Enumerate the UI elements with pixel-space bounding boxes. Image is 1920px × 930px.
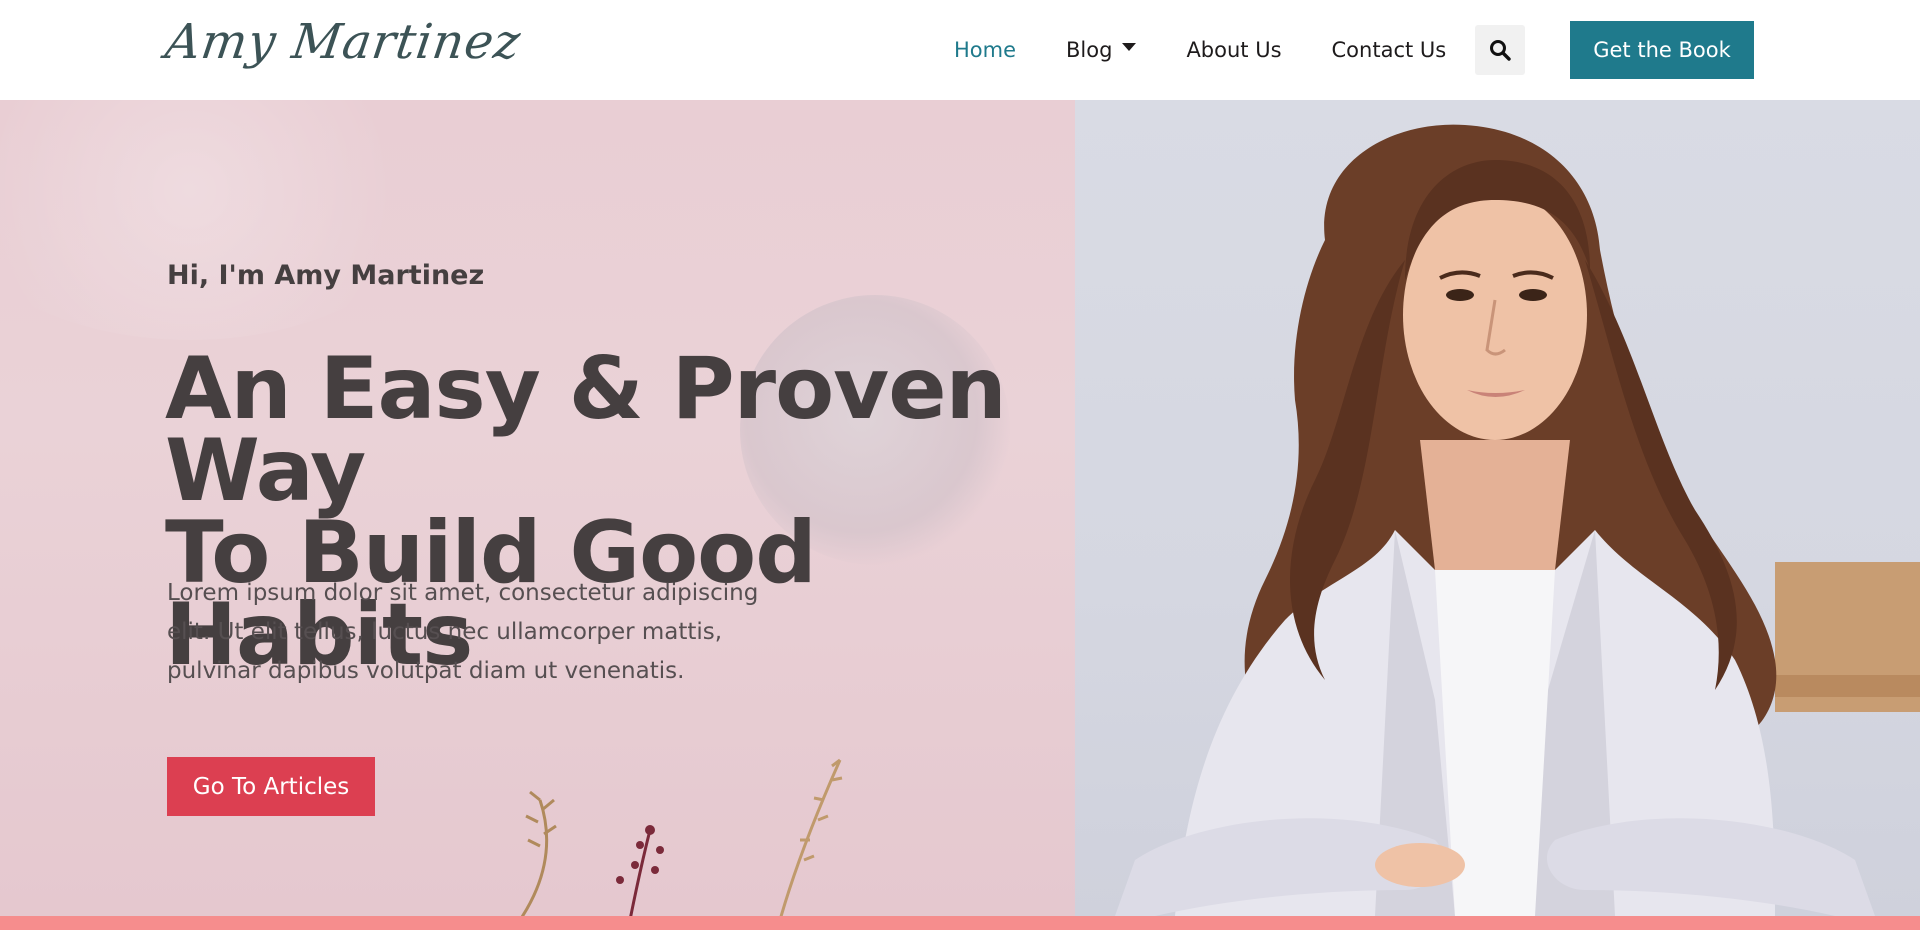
nav-item-home[interactable]: Home xyxy=(954,38,1016,62)
site-logo[interactable]: Amy Martinez xyxy=(162,14,524,70)
search-button[interactable] xyxy=(1475,25,1525,75)
nav-item-blog[interactable]: Blog xyxy=(1066,38,1137,62)
site-header: Amy Martinez Home Blog About Us Contact … xyxy=(0,0,1920,100)
nav-item-blog-label: Blog xyxy=(1066,38,1113,62)
search-icon xyxy=(1490,40,1511,61)
background-light xyxy=(0,100,440,340)
hero-description: Lorem ipsum dolor sit amet, consectetur … xyxy=(167,580,759,684)
bottom-accent-bar xyxy=(0,916,1920,930)
main-nav: Home Blog About Us Contact Us xyxy=(954,0,1496,100)
portrait-photo xyxy=(1115,124,1875,916)
nav-item-home-label: Home xyxy=(954,38,1017,62)
nav-item-about-us[interactable]: About Us xyxy=(1186,38,1281,62)
hero-headline-line-1: An Easy & Proven Way xyxy=(165,339,1007,521)
get-the-book-button[interactable]: Get the Book xyxy=(1570,21,1754,79)
go-to-articles-button[interactable]: Go To Articles xyxy=(167,757,375,816)
nav-item-contact-us-label: Contact Us xyxy=(1331,38,1447,62)
hero-right-panel xyxy=(1075,100,1920,916)
caret-down-icon xyxy=(1122,43,1137,51)
nav-item-contact-us[interactable]: Contact Us xyxy=(1332,38,1447,62)
dried-flowers-decoration xyxy=(520,758,843,916)
nav-item-about-us-label: About Us xyxy=(1186,38,1282,62)
hero-greeting-overlay: Hi, I'm Amy Martinez xyxy=(167,260,485,291)
